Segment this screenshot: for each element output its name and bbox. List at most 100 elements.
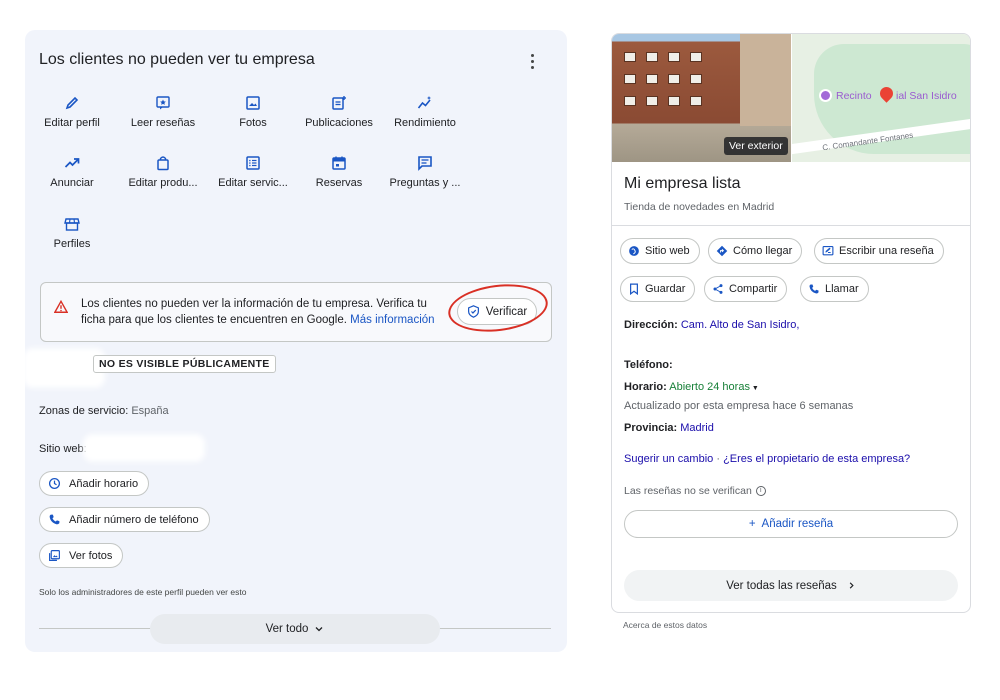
window	[690, 74, 702, 84]
business-preview-card: Ver exterior Recinto ial San Isidro C. C…	[611, 33, 971, 613]
more-info-link[interactable]: Más información	[350, 314, 434, 326]
service-areas-value: España	[131, 405, 169, 417]
action-edit-products[interactable]: Editar produ...	[118, 155, 208, 199]
window	[646, 96, 658, 106]
suggest-change-link[interactable]: Sugerir un cambio	[624, 453, 713, 465]
hours-status: Abierto 24 horas	[669, 381, 750, 393]
bookmark-icon	[630, 283, 638, 295]
save-label: Guardar	[645, 283, 686, 295]
phone-label: Teléfono:	[624, 359, 673, 371]
business-category: Tienda de novedades en Madrid	[624, 201, 775, 213]
action-label: Rendimiento	[394, 117, 456, 129]
owner-claim-link[interactable]: ¿Eres el propietario de esta empresa?	[723, 453, 910, 465]
add-hours-label: Añadir horario	[69, 477, 139, 490]
website-button[interactable]: Sitio web	[620, 238, 700, 264]
action-performance[interactable]: Rendimiento	[380, 95, 470, 139]
sparkle-chart-icon	[417, 96, 431, 109]
share-button[interactable]: Compartir	[704, 276, 788, 302]
see-all-label: Ver todo	[265, 623, 309, 635]
dropdown-caret-icon: ▼	[749, 385, 759, 392]
service-areas: Zonas de servicio: España	[39, 405, 169, 417]
share-label: Compartir	[729, 283, 778, 295]
calendar-icon	[332, 156, 346, 170]
view-photos-button[interactable]: Ver fotos	[39, 543, 124, 568]
action-bookings[interactable]: Reservas	[294, 155, 384, 199]
action-label: Editar servic...	[218, 177, 288, 189]
phone-icon	[49, 514, 60, 525]
website-label: Sitio web	[645, 245, 690, 257]
website-label: Sitio web:	[39, 443, 87, 455]
action-label: Preguntas y ...	[389, 177, 461, 189]
window	[646, 52, 658, 62]
window	[646, 74, 658, 84]
business-profile-panel: Los clientes no pueden ver tu empresa Ed…	[23, 30, 567, 652]
province-link[interactable]: Madrid	[680, 422, 714, 434]
divider	[612, 225, 970, 226]
info-icon[interactable]: i	[755, 486, 766, 496]
save-button[interactable]: Guardar	[620, 276, 696, 302]
separator-dot: ·	[716, 453, 721, 465]
chevron-right-icon	[849, 582, 854, 589]
window	[690, 52, 702, 62]
window	[668, 52, 680, 62]
reviews-unverified-text: Las reseñas no se verifican	[624, 485, 752, 497]
all-reviews-button[interactable]: Ver todas las reseñas	[624, 570, 958, 601]
more-options-icon[interactable]	[523, 50, 541, 72]
verification-alert: Los clientes no pueden ver la informació…	[40, 282, 552, 342]
share-icon	[713, 284, 723, 294]
window	[624, 52, 636, 62]
province-row: Provincia: Madrid	[624, 422, 714, 434]
about-data-link[interactable]: Acerca de estos datos	[623, 620, 707, 630]
action-label: Editar produ...	[128, 177, 198, 189]
add-hours-button[interactable]: Añadir horario	[39, 471, 150, 496]
window	[624, 74, 636, 84]
action-label: Perfiles	[53, 238, 91, 250]
storefront-icon	[64, 218, 80, 231]
map-poi-label: Recinto	[836, 90, 872, 102]
action-label: Publicaciones	[305, 117, 373, 129]
action-advertise[interactable]: Anunciar	[27, 155, 117, 199]
call-button[interactable]: Llamar	[800, 276, 869, 302]
business-name: Mi empresa lista	[624, 175, 741, 192]
directions-button[interactable]: Cómo llegar	[708, 238, 803, 264]
see-all-button[interactable]: Ver todo	[150, 614, 440, 644]
chevron-down-icon	[315, 627, 323, 632]
admin-only-note: Solo los administradores de este perfil …	[39, 587, 247, 597]
address-link[interactable]: Cam. Alto de San Isidro,	[681, 319, 800, 331]
add-review-label: Añadir reseña	[761, 518, 834, 530]
action-posts[interactable]: Publicaciones	[294, 95, 384, 139]
view-exterior-label[interactable]: Ver exterior	[724, 137, 788, 155]
action-profiles[interactable]: Perfiles	[27, 216, 117, 260]
directions-label: Cómo llegar	[733, 245, 793, 257]
location-map[interactable]: Recinto ial San Isidro C. Comandante Fon…	[792, 34, 970, 162]
action-questions[interactable]: Preguntas y ...	[380, 155, 470, 199]
clock-icon	[48, 477, 61, 490]
action-edit-services[interactable]: Editar servic...	[208, 155, 298, 199]
website-line: Sitio web:	[39, 443, 87, 455]
write-review-button[interactable]: Escribir una reseña	[814, 238, 944, 264]
window	[668, 96, 680, 106]
action-read-reviews[interactable]: Leer reseñas	[118, 95, 208, 139]
hours-row[interactable]: Horario: Abierto 24 horas ▼	[624, 381, 759, 393]
action-label: Reservas	[315, 177, 363, 189]
verify-button[interactable]: Verificar	[457, 298, 537, 325]
updated-note-text: Actualizado por esta empresa hace 6 sema…	[624, 400, 854, 412]
globe-icon	[629, 246, 639, 256]
add-phone-button[interactable]: Añadir número de teléfono	[39, 507, 210, 532]
action-label: Editar perfil	[44, 117, 100, 129]
exterior-photo[interactable]: Ver exterior	[612, 34, 791, 162]
photo-icon	[246, 96, 260, 110]
window	[690, 96, 702, 106]
action-edit-profile[interactable]: Editar perfil	[27, 95, 117, 139]
redacted-patch	[83, 434, 205, 462]
poi-pin-icon	[819, 89, 832, 102]
action-photos[interactable]: Fotos	[208, 95, 298, 139]
star-review-icon	[156, 96, 170, 110]
hours-label: Horario:	[624, 381, 667, 393]
province-label: Provincia:	[624, 422, 678, 434]
updated-note: Actualizado por esta empresa hace 6 sema…	[624, 400, 853, 412]
address-label: Dirección:	[624, 319, 678, 331]
add-review-button[interactable]: + Añadir reseña	[624, 510, 958, 538]
trending-up-icon	[64, 158, 80, 168]
window	[668, 74, 680, 84]
